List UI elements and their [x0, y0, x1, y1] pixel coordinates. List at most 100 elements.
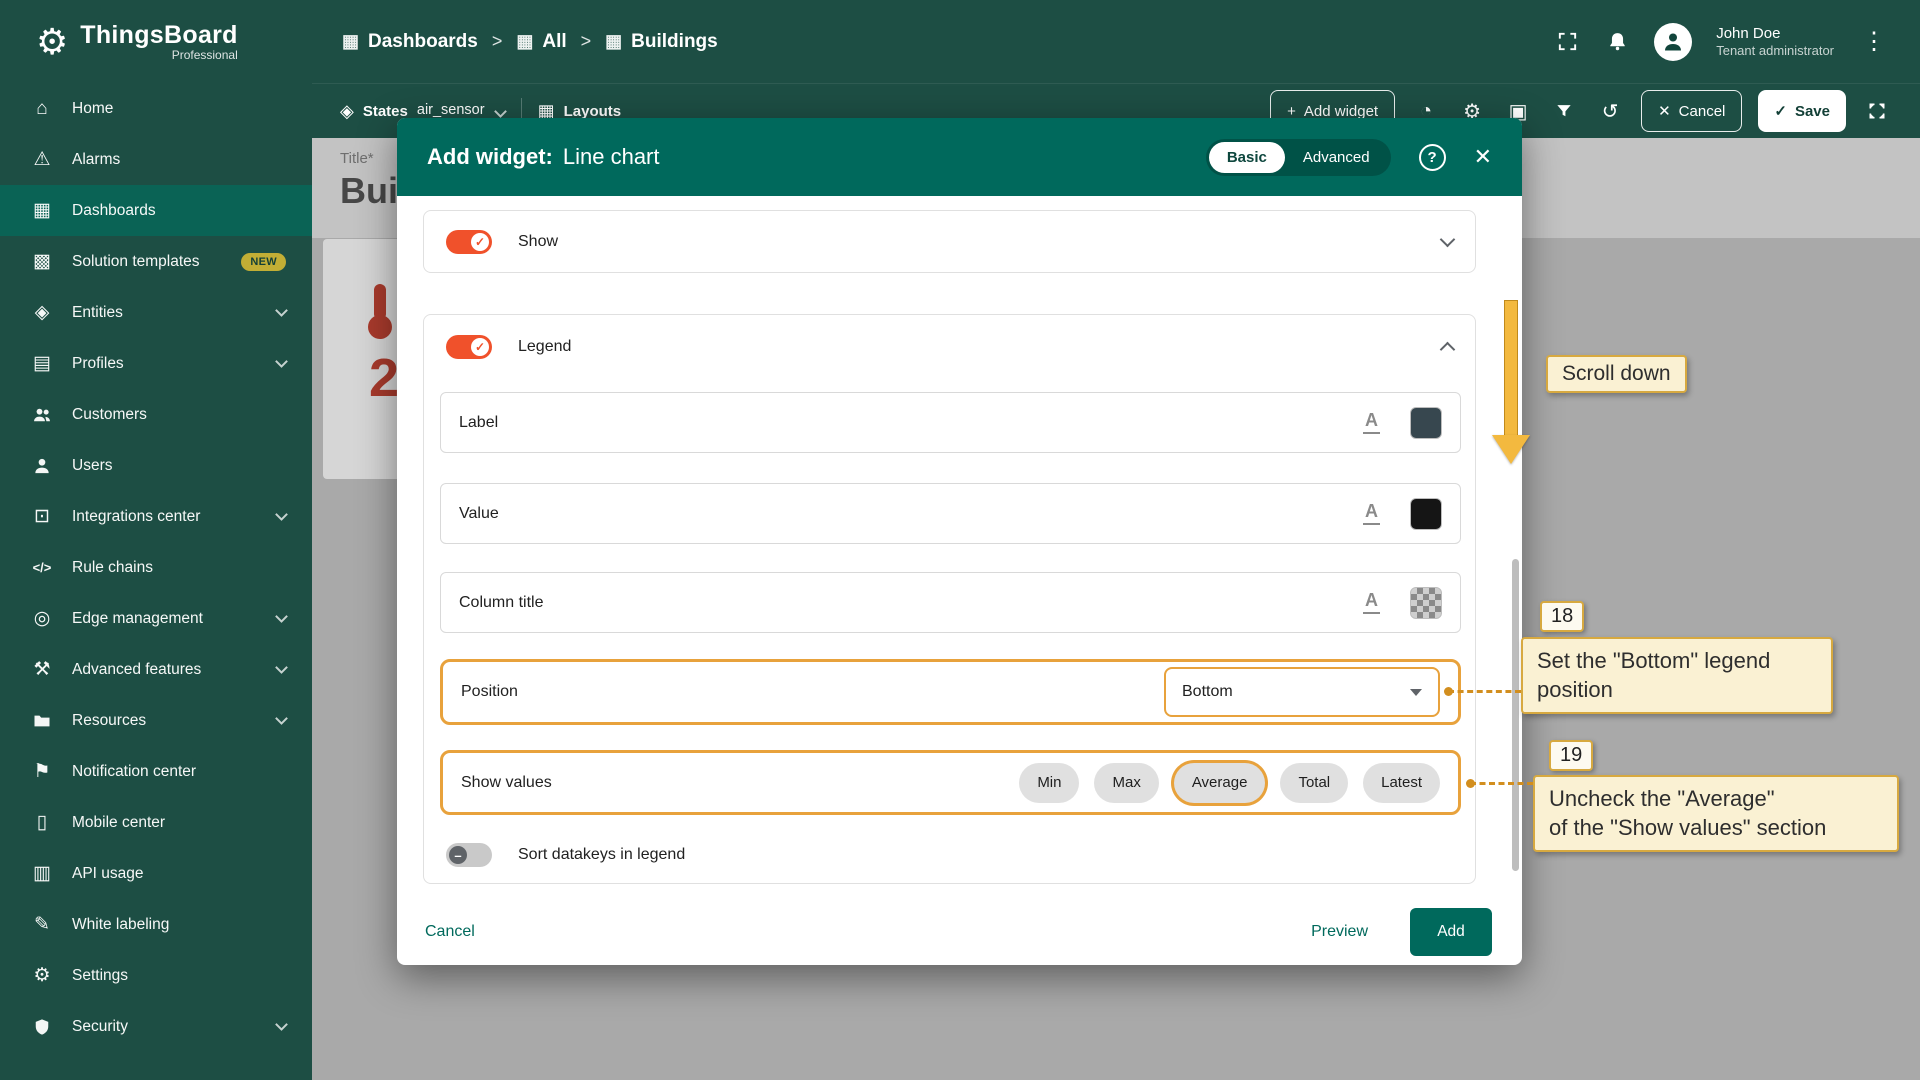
- sidebar-item-home[interactable]: ⌂ Home: [0, 83, 312, 134]
- thermometer-icon: [368, 315, 392, 339]
- new-badge: NEW: [241, 252, 286, 271]
- customers-icon: [30, 405, 54, 425]
- breadcrumb: ▦ Dashboards > ▦ All > ▦ Buildings: [342, 31, 718, 53]
- sidebar-item-api-usage[interactable]: ▥ API usage: [0, 848, 312, 899]
- sidebar-item-customers[interactable]: Customers: [0, 389, 312, 440]
- add-widget-dialog: Add widget: Line chart Basic Advanced ? …: [397, 118, 1522, 965]
- legend-toggle[interactable]: ✓: [446, 335, 492, 359]
- legend-label-settings-row: Label A: [440, 392, 1461, 453]
- chevron-down-icon: [275, 304, 288, 317]
- dialog-body: ✓ Show ✓ Legend Label A Value A Column t…: [397, 196, 1522, 965]
- breadcrumb-label: Buildings: [631, 30, 718, 52]
- fullscreen-icon[interactable]: [1862, 101, 1892, 121]
- font-settings-icon[interactable]: A: [1363, 410, 1380, 434]
- sidebar-item-solution-templates[interactable]: ▩ Solution templates NEW: [0, 236, 312, 287]
- version-history-icon[interactable]: ↺: [1595, 99, 1625, 124]
- font-settings-icon[interactable]: A: [1363, 501, 1380, 525]
- legend-column-title-row: Column title A: [440, 572, 1461, 633]
- sidebar-item-label: Settings: [72, 966, 129, 984]
- white-labeling-icon: ✎: [34, 914, 50, 935]
- add-button[interactable]: Add: [1410, 908, 1492, 956]
- chip-max[interactable]: Max: [1094, 762, 1159, 803]
- step-18-callout: Set the "Bottom" legend position: [1521, 637, 1833, 715]
- toggle-minus-icon: –: [449, 846, 467, 864]
- mobile-icon: ▯: [36, 812, 48, 833]
- sort-datakeys-toggle[interactable]: –: [446, 843, 492, 867]
- dialog-cancel-button[interactable]: Cancel: [425, 923, 475, 941]
- breadcrumb-label: All: [542, 30, 567, 52]
- chevron-down-icon[interactable]: [1439, 231, 1456, 247]
- temperature-value: 2: [369, 348, 400, 408]
- sidebar-item-settings[interactable]: ⚙ Settings: [0, 950, 312, 1001]
- show-section: ✓ Show: [423, 210, 1476, 273]
- user-menu[interactable]: John Doe Tenant administrator: [1716, 25, 1834, 59]
- column-title-color-swatch[interactable]: [1410, 586, 1442, 619]
- breadcrumb-buildings[interactable]: ▦ Buildings: [605, 31, 718, 53]
- step-19-connector-line: [1466, 779, 1533, 788]
- chip-average[interactable]: Average: [1173, 762, 1266, 803]
- help-icon[interactable]: ?: [1418, 143, 1446, 171]
- close-icon[interactable]: ✕: [1474, 144, 1492, 170]
- avatar[interactable]: [1654, 22, 1693, 61]
- sidebar-item-alarms[interactable]: ⚠ Alarms: [0, 134, 312, 185]
- chip-min[interactable]: Min: [1019, 762, 1080, 803]
- sort-datakeys-row: – Sort datakeys in legend: [430, 827, 701, 883]
- preview-button[interactable]: Preview: [1311, 923, 1368, 941]
- value-color-swatch[interactable]: [1410, 497, 1442, 530]
- breadcrumb-dashboards[interactable]: ▦ Dashboards: [342, 31, 478, 53]
- chip-total[interactable]: Total: [1280, 762, 1349, 803]
- solution-templates-icon: ▩: [33, 251, 51, 272]
- sidebar-item-label: Notification center: [72, 762, 197, 780]
- tab-basic[interactable]: Basic: [1208, 141, 1285, 173]
- sidebar-item-users[interactable]: Users: [0, 440, 312, 491]
- position-dropdown[interactable]: Bottom: [1164, 667, 1440, 717]
- show-values-label: Show values: [461, 773, 552, 791]
- sidebar-item-label: Users: [72, 456, 113, 474]
- sidebar-item-resources[interactable]: Resources: [0, 695, 312, 746]
- sidebar-item-notification-center[interactable]: ⚑ Notification center: [0, 746, 312, 797]
- tab-advanced[interactable]: Advanced: [1285, 142, 1388, 173]
- sidebar-item-entities[interactable]: ◈ Entities: [0, 287, 312, 338]
- position-value: Bottom: [1182, 683, 1233, 700]
- legend-label: Legend: [518, 338, 572, 355]
- modal-scrollbar[interactable]: [1512, 559, 1519, 871]
- breadcrumb-all[interactable]: ▦ All: [516, 31, 566, 53]
- legend-value-settings-row: Value A: [440, 483, 1461, 544]
- brand-name: ThingsBoard: [80, 21, 238, 49]
- show-toggle[interactable]: ✓: [446, 229, 492, 254]
- fullscreen-icon[interactable]: [1554, 29, 1580, 55]
- sidebar-item-rule-chains[interactable]: </> Rule chains: [0, 542, 312, 593]
- add-widget-label: Add widget: [1303, 102, 1379, 120]
- sidebar-item-advanced-features[interactable]: ⚒ Advanced features: [0, 644, 312, 695]
- filter-funnel-icon[interactable]: [1549, 101, 1579, 121]
- sidebar-item-security[interactable]: Security: [0, 1001, 312, 1052]
- font-settings-icon[interactable]: A: [1363, 590, 1380, 614]
- sidebar-item-white-labeling[interactable]: ✎ White labeling: [0, 899, 312, 950]
- chip-latest[interactable]: Latest: [1363, 762, 1440, 803]
- save-button[interactable]: ✓ Save: [1758, 90, 1846, 132]
- sidebar-item-dashboards[interactable]: ▦ Dashboards: [0, 185, 312, 236]
- chevron-down-icon: [493, 104, 507, 118]
- position-label: Position: [461, 683, 518, 700]
- sidebar-item-mobile-center[interactable]: ▯ Mobile center: [0, 797, 312, 848]
- sidebar-item-label: Home: [72, 99, 114, 117]
- brand-logo[interactable]: ⚙ ThingsBoard Professional: [0, 0, 312, 83]
- entities-icon: ◈: [34, 302, 50, 323]
- sidebar-item-integrations-center[interactable]: ⊡ Integrations center: [0, 491, 312, 542]
- label-color-swatch[interactable]: [1410, 406, 1442, 439]
- cancel-edit-button[interactable]: ✕ Cancel: [1641, 90, 1743, 132]
- plus-icon: +: [1287, 102, 1296, 120]
- sidebar-item-edge-management[interactable]: ◎ Edge management: [0, 593, 312, 644]
- kebab-menu-icon[interactable]: ⋮: [1858, 27, 1890, 56]
- sidebar-item-profiles[interactable]: ▤ Profiles: [0, 338, 312, 389]
- sidebar-item-label: Customers: [72, 405, 147, 423]
- show-values-chips: Min Max Average Total Latest: [1019, 762, 1440, 803]
- chevron-up-icon[interactable]: [1439, 341, 1456, 358]
- chevron-down-icon: [275, 661, 288, 674]
- alarm-icon: ⚠: [33, 149, 51, 170]
- connector-dot: [1466, 779, 1475, 788]
- resources-folder-icon: [30, 711, 54, 731]
- breadcrumb-label: Dashboards: [368, 30, 478, 52]
- sidebar-item-label: Integrations center: [72, 507, 201, 525]
- notifications-bell-icon[interactable]: [1604, 29, 1630, 55]
